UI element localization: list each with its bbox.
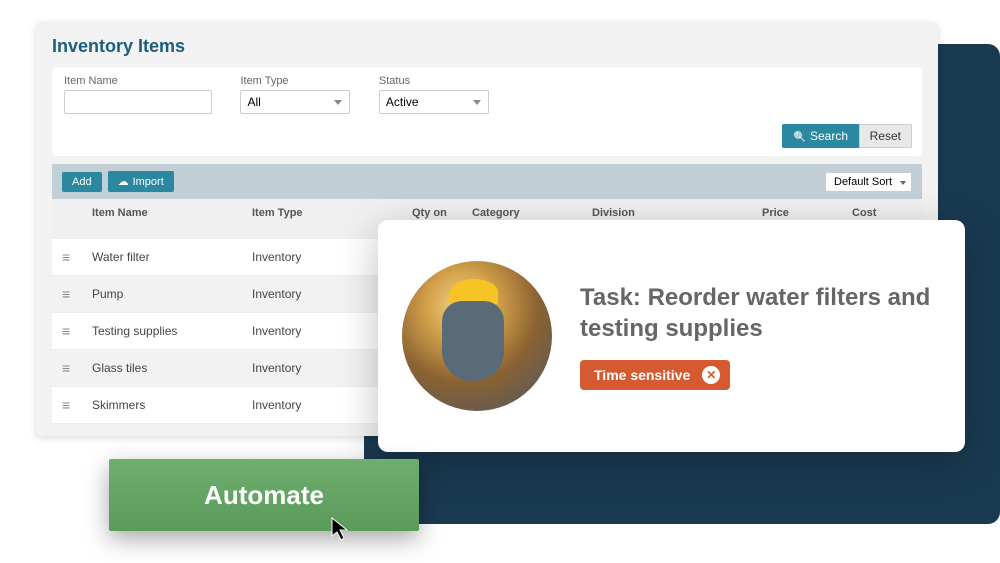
time-sensitive-badge[interactable]: Time sensitive ✕	[580, 360, 730, 390]
toolbar: Add Import Default Sort	[52, 164, 922, 199]
cursor-icon	[330, 516, 350, 542]
drag-icon[interactable]: ≡	[62, 360, 92, 376]
filter-label-status: Status	[379, 75, 489, 87]
add-button[interactable]: Add	[62, 172, 102, 192]
filter-bar: Item Name Item Type All Status Active Se…	[52, 67, 922, 156]
drag-icon[interactable]: ≡	[62, 397, 92, 413]
cell-name: Water filter	[92, 250, 252, 264]
filter-item-type: Item Type All	[240, 75, 350, 114]
drag-icon[interactable]: ≡	[62, 323, 92, 339]
import-button[interactable]: Import	[108, 171, 174, 192]
filter-status: Status Active	[379, 75, 489, 114]
col-item-name: Item Name	[92, 207, 252, 231]
search-button[interactable]: Search	[782, 124, 860, 148]
drag-icon[interactable]: ≡	[62, 286, 92, 302]
badge-label: Time sensitive	[594, 367, 690, 383]
page-title: Inventory Items	[52, 36, 922, 57]
status-select[interactable]: Active	[379, 90, 489, 114]
avatar	[402, 261, 552, 411]
filter-item-name: Item Name	[64, 75, 212, 114]
cell-name: Skimmers	[92, 398, 252, 412]
automate-button[interactable]: Automate	[109, 459, 419, 531]
drag-icon[interactable]: ≡	[62, 249, 92, 265]
item-name-input[interactable]	[64, 90, 212, 114]
cell-name: Pump	[92, 287, 252, 301]
task-title: Task: Reorder water filters and testing …	[580, 282, 941, 344]
task-content: Task: Reorder water filters and testing …	[580, 282, 941, 390]
filter-label-item-type: Item Type	[240, 75, 350, 87]
cell-name: Testing supplies	[92, 324, 252, 338]
task-card: Task: Reorder water filters and testing …	[378, 220, 965, 452]
filter-label-item-name: Item Name	[64, 75, 212, 87]
item-type-select[interactable]: All	[240, 90, 350, 114]
sort-select[interactable]: Default Sort	[825, 172, 912, 192]
cell-name: Glass tiles	[92, 361, 252, 375]
reset-button[interactable]: Reset	[859, 124, 912, 148]
close-icon[interactable]: ✕	[702, 366, 720, 384]
